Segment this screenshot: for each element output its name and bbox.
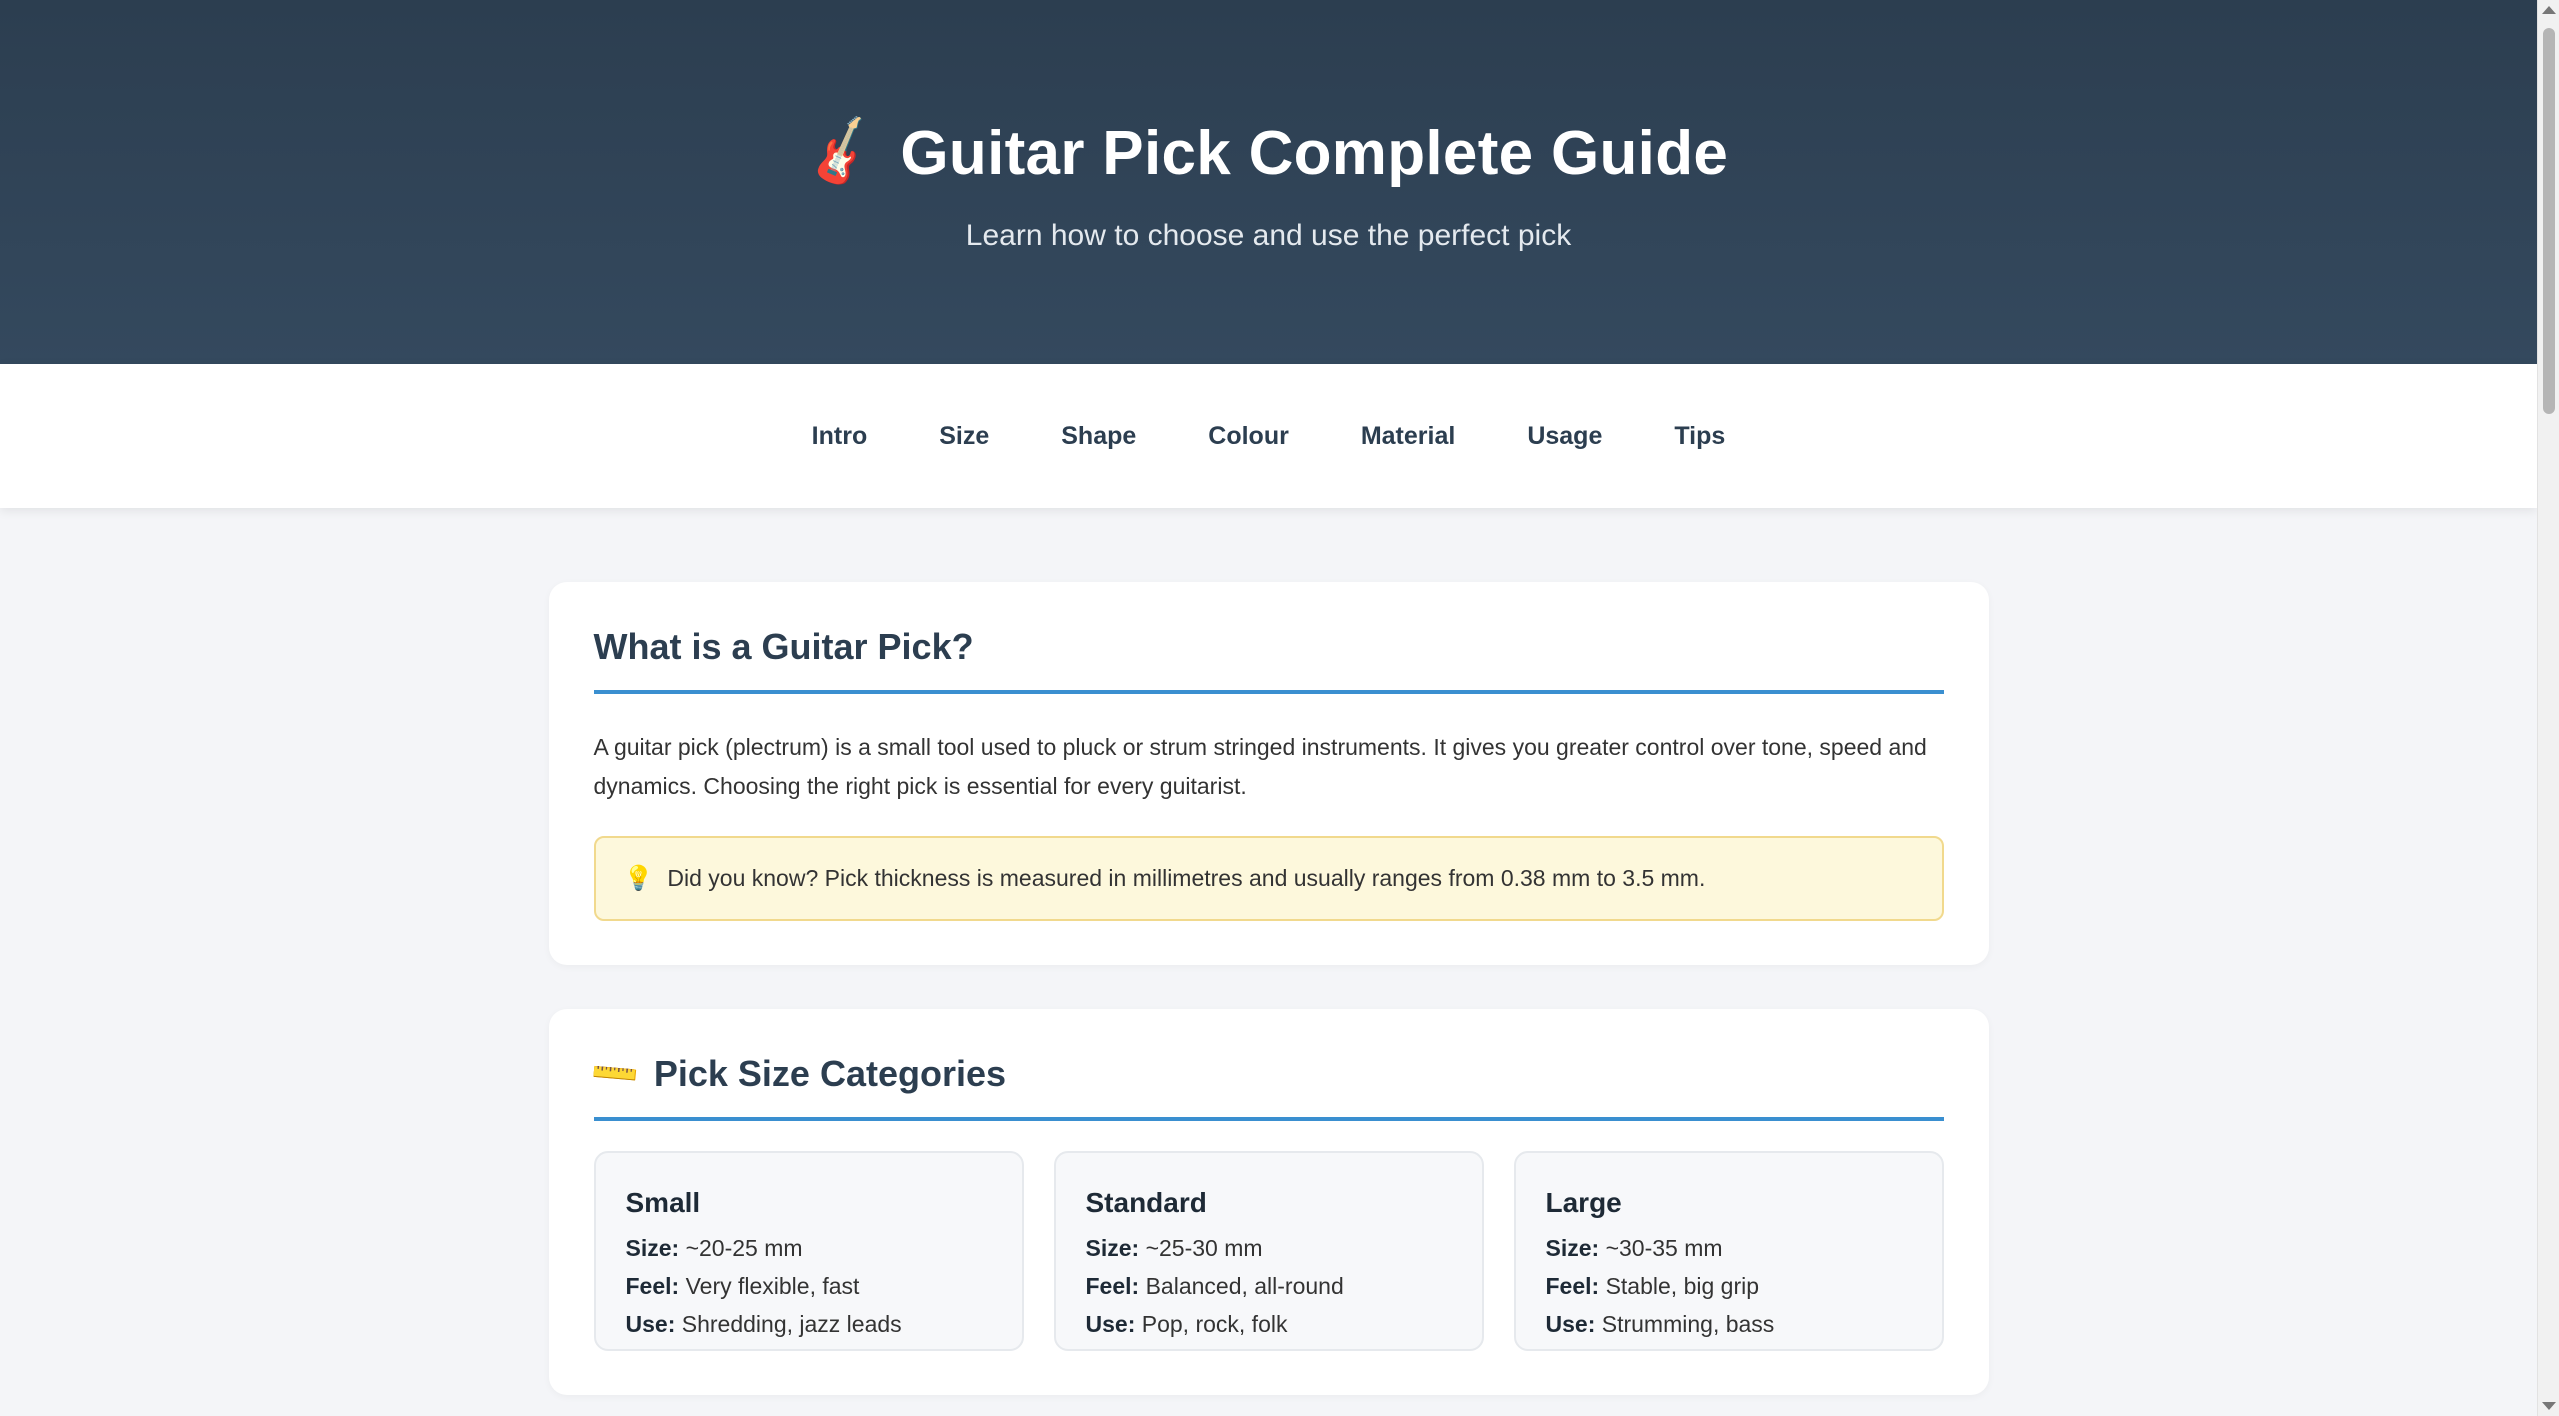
feel-row: Feel: Balanced, all-round [1086,1267,1452,1305]
guitar-icon: 🎸 [800,113,885,193]
size-row: Size: ~30-35 mm [1546,1229,1912,1267]
use-value: Strumming, bass [1601,1311,1775,1337]
scroll-down-arrow-icon[interactable] [2542,1402,2556,1410]
nav-link-size[interactable]: Size [903,410,1025,463]
nav-link-shape[interactable]: Shape [1025,410,1172,463]
size-grid: Small Size: ~20-25 mm Feel: Very flexibl… [593,1151,1944,1351]
main-content: What is a Guitar Pick? A guitar pick (pl… [548,508,1989,1395]
page-subtitle: Learn how to choose and use the perfect … [965,219,1572,252]
size-label: Size: [1085,1235,1140,1261]
feel-value: Stable, big grip [1605,1273,1760,1299]
fact-text: Did you know? Pick thickness is measured… [667,865,1706,891]
use-row: Use: Strumming, bass [1546,1305,1912,1343]
nav-link-tips[interactable]: Tips [1638,410,1761,463]
use-label: Use: [625,1311,676,1337]
lightbulb-icon: 💡 [623,865,654,892]
fact-callout: 💡 Did you know? Pick thickness is measur… [593,836,1944,921]
size-heading: 📏 Pick Size Categories [586,1046,1944,1121]
feel-row: Feel: Very flexible, fast [626,1267,992,1305]
size-section: 📏 Pick Size Categories Small Size: ~20-2… [548,1009,1989,1395]
size-row: Size: ~25-30 mm [1086,1229,1452,1267]
size-card-title: Small [625,1187,701,1218]
feel-value: Balanced, all-round [1145,1273,1344,1299]
size-card-title: Large [1545,1187,1622,1218]
size-value: ~25-30 mm [1145,1235,1263,1261]
page-title-text: Guitar Pick Complete Guide [900,119,1729,188]
size-label: Size: [625,1235,680,1261]
use-label: Use: [1085,1311,1136,1337]
main-nav: Intro Size Shape Colour Material Usage T… [0,364,2537,508]
feel-label: Feel: [1085,1273,1140,1299]
feel-value: Very flexible, fast [685,1273,860,1299]
use-value: Shredding, jazz leads [681,1311,902,1337]
use-value: Pop, rock, folk [1141,1311,1288,1337]
page-title: 🎸 Guitar Pick Complete Guide [800,113,1729,192]
size-value: ~20-25 mm [685,1235,803,1261]
use-row: Use: Shredding, jazz leads [626,1305,992,1343]
feel-row: Feel: Stable, big grip [1546,1267,1912,1305]
use-label: Use: [1545,1311,1596,1337]
hero-header: 🎸 Guitar Pick Complete Guide Learn how t… [0,0,2537,364]
intro-section: What is a Guitar Pick? A guitar pick (pl… [548,582,1989,965]
feel-label: Feel: [625,1273,680,1299]
nav-link-usage[interactable]: Usage [1491,410,1638,463]
size-heading-text: Pick Size Categories [653,1053,1007,1094]
nav-link-material[interactable]: Material [1325,410,1491,463]
page-scrollbar[interactable] [2537,0,2559,1416]
intro-heading: What is a Guitar Pick? [593,626,1944,694]
size-card-standard: Standard Size: ~25-30 mm Feel: Balanced,… [1053,1151,1484,1351]
use-row: Use: Pop, rock, folk [1086,1305,1452,1343]
size-value: ~30-35 mm [1605,1235,1723,1261]
size-card-large: Large Size: ~30-35 mm Feel: Stable, big … [1513,1151,1944,1351]
page: 🎸 Guitar Pick Complete Guide Learn how t… [0,0,2537,1416]
size-row: Size: ~20-25 mm [626,1229,992,1267]
feel-label: Feel: [1545,1273,1600,1299]
ruler-icon: 📏 [586,1045,644,1103]
scroll-thumb[interactable] [2543,28,2555,414]
size-card-title: Standard [1085,1187,1207,1218]
intro-paragraph: A guitar pick (plectrum) is a small tool… [593,734,1927,799]
size-card-small: Small Size: ~20-25 mm Feel: Very flexibl… [593,1151,1024,1351]
size-label: Size: [1545,1235,1600,1261]
nav-link-intro[interactable]: Intro [776,410,904,463]
scroll-up-arrow-icon[interactable] [2542,6,2556,14]
nav-link-colour[interactable]: Colour [1172,410,1325,463]
